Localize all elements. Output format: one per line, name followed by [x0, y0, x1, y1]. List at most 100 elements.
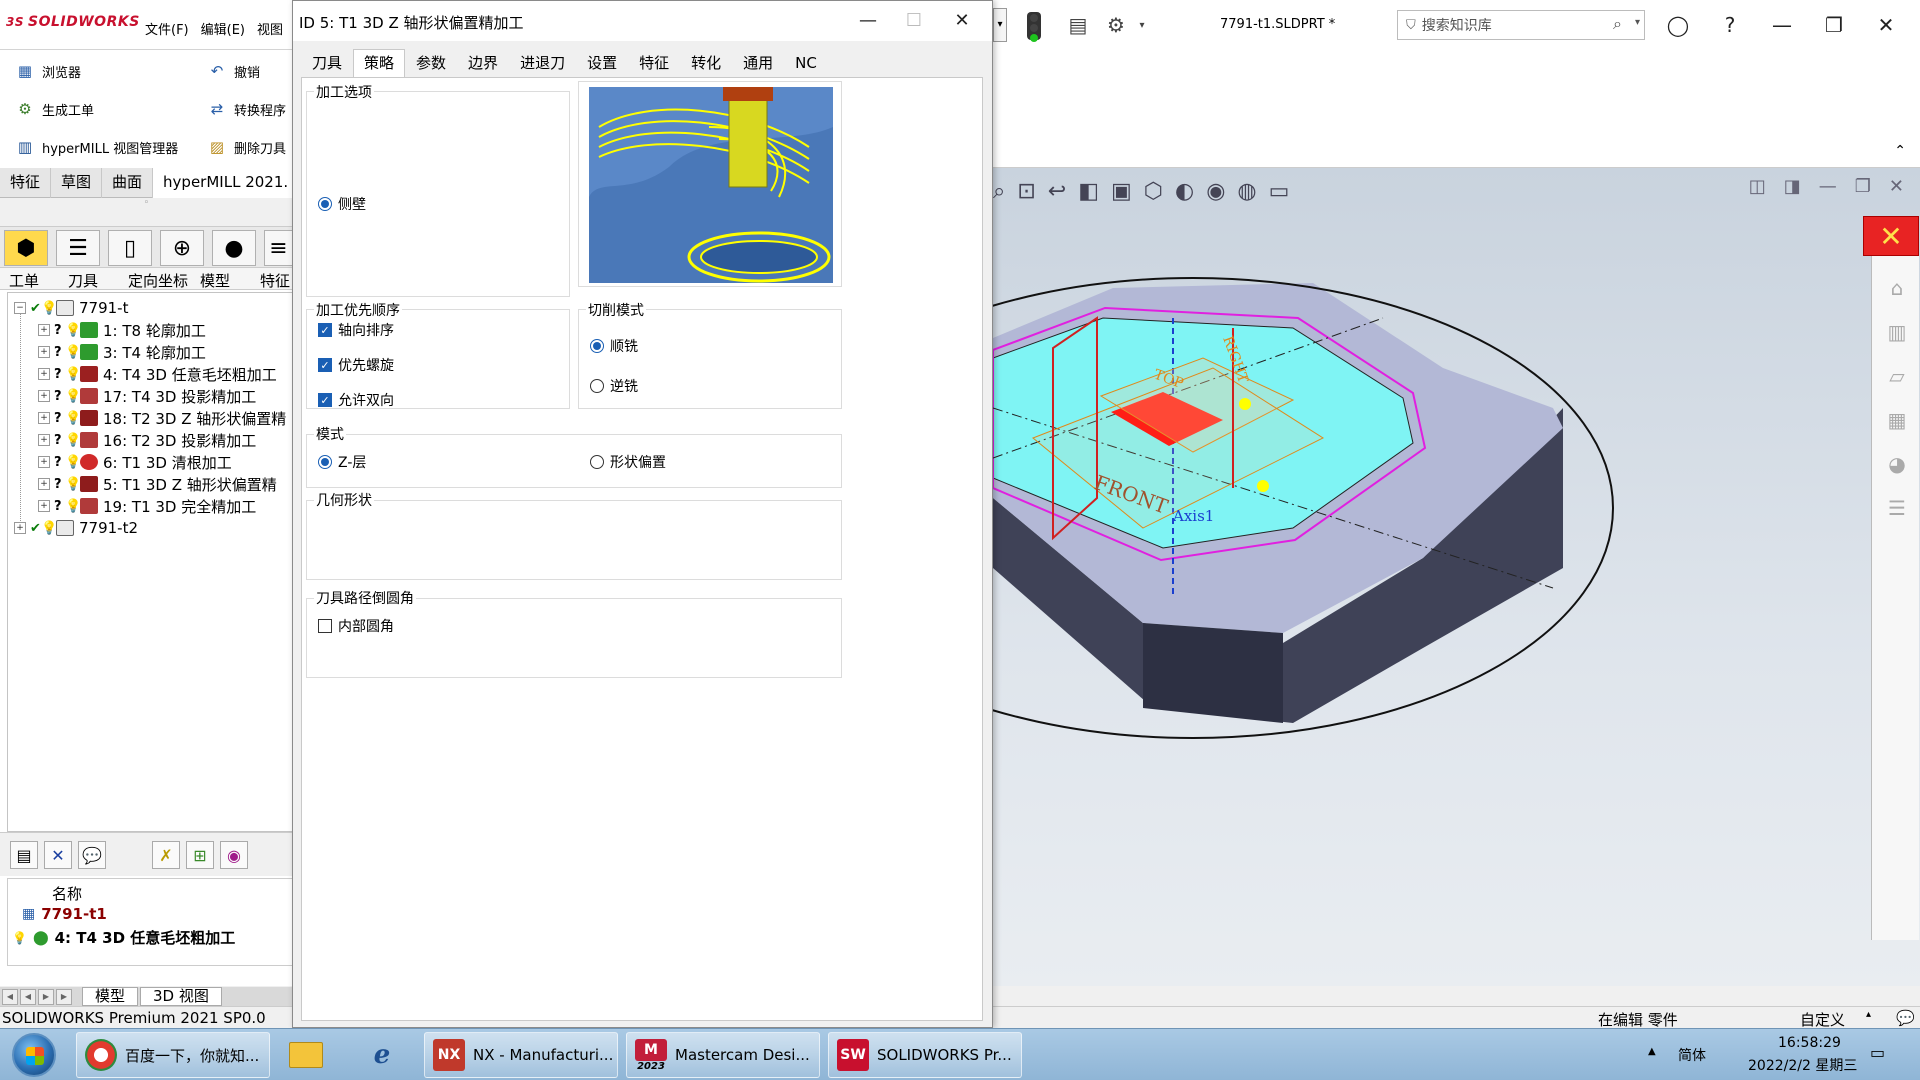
lightbulb-icon[interactable]: 💡 [65, 455, 81, 470]
crosshair-icon[interactable]: ⊕ [160, 230, 204, 266]
comment-icon[interactable]: 💬 [1896, 1009, 1915, 1027]
rebuild-status-icon[interactable] [1027, 12, 1041, 42]
menu-edit[interactable]: 编辑(E) [201, 19, 245, 38]
tab-model[interactable]: 模型 [82, 987, 139, 1006]
close-button[interactable]: ✕ [1868, 10, 1904, 40]
tree-item[interactable]: + ? 💡 17: T4 3D 投影精加工 [38, 385, 256, 407]
prefer-spiral-checkbox[interactable]: ✓ [318, 358, 332, 372]
sidewall-radio[interactable] [318, 197, 332, 211]
collapse-ribbon-icon[interactable]: ⌃ [1894, 143, 1906, 159]
lightbulb-icon[interactable]: 💡 [65, 499, 81, 514]
inner-fillet-checkbox[interactable] [318, 619, 332, 633]
prefer-spiral-option[interactable]: ✓ 优先螺旋 [318, 355, 394, 375]
search-icon[interactable]: ⌕ [1613, 14, 1622, 34]
ie-taskbar-icon[interactable]: ℯ [362, 1035, 402, 1075]
tree-item-selected[interactable]: + ? 💡 5: T1 3D Z 轴形状偏置精 [38, 473, 277, 495]
tab-features[interactable]: 特征 [0, 168, 52, 198]
tree-item[interactable]: + ? 💡 1: T8 轮廓加工 [38, 319, 206, 341]
lightbulb-on-icon[interactable]: 💡 [65, 477, 81, 492]
allow-bidirectional-option[interactable]: ✓ 允许双向 [318, 390, 394, 410]
lightbulb-icon[interactable]: 💡 [65, 433, 81, 448]
panel-grip[interactable]: ◦ [0, 198, 293, 226]
options-list-icon[interactable]: ▤ [1065, 12, 1091, 38]
ime-indicator[interactable]: 简体 [1678, 1045, 1706, 1065]
axial-sort-checkbox[interactable]: ✓ [318, 323, 332, 337]
expand-icon[interactable]: + [38, 390, 50, 402]
z-level-option[interactable]: Z-层 [318, 452, 366, 472]
tab-parameters[interactable]: 参数 [405, 49, 457, 77]
z-level-radio[interactable] [318, 455, 332, 469]
lightbulb-icon[interactable]: 💡 [65, 345, 81, 360]
tree-item[interactable]: + ? 💡 3: T4 轮廓加工 [38, 341, 206, 363]
menu-view[interactable]: 视图 [257, 19, 283, 38]
name-row-part[interactable]: ▦ 7791-t1 [22, 905, 107, 923]
climb-radio[interactable] [590, 339, 604, 353]
shape-offset-radio[interactable] [590, 455, 604, 469]
delete-tool-button[interactable]: ▨ 删除刀具 [206, 136, 286, 158]
tree-item[interactable]: − ✔ 💡 7791-t [14, 297, 128, 319]
lightbulb-icon[interactable]: 💡 [65, 323, 81, 338]
tree-item[interactable]: + ? 💡 16: T2 3D 投影精加工 [38, 429, 256, 451]
tools-list-icon[interactable]: ☰ [56, 230, 100, 266]
user-account-icon[interactable]: ◯ [1660, 10, 1696, 40]
tray-expand-icon[interactable]: ▲ [1648, 1046, 1656, 1057]
allow-bidirectional-checkbox[interactable]: ✓ [318, 393, 332, 407]
dialog-minimize-button[interactable]: — [845, 5, 891, 37]
frames-icon[interactable]: ▯ [108, 230, 152, 266]
expand-icon[interactable]: + [38, 346, 50, 358]
restore-button[interactable]: ❐ [1816, 10, 1852, 40]
climb-option[interactable]: 顺铣 [590, 336, 638, 356]
tab-setup[interactable]: 设置 [576, 49, 628, 77]
file-explorer-taskbar-icon[interactable] [286, 1035, 326, 1075]
tab-strategy[interactable]: 策略 [353, 49, 406, 77]
units-chevron-icon[interactable]: ▴ [1866, 1009, 1871, 1020]
undo-button[interactable]: ↶ 撤销 [206, 60, 260, 82]
taskbar-solidworks[interactable]: SW SOLIDWORKS Pr... [828, 1032, 1022, 1078]
file-explorer-icon[interactable]: ▱ [1884, 364, 1910, 390]
expand-icon[interactable]: + [38, 456, 50, 468]
appearances-icon[interactable]: ◕ [1884, 452, 1910, 478]
taskbar-browser[interactable]: 百度一下，你就知... [76, 1032, 270, 1078]
tree-item[interactable]: + ? 💡 19: T1 3D 完全精加工 [38, 495, 256, 517]
dialog-close-button[interactable]: ✕ [939, 5, 985, 37]
tab-nc[interactable]: NC [784, 49, 828, 77]
jobs-tool-icon[interactable]: ⬢ [4, 230, 48, 266]
conventional-option[interactable]: 逆铣 [590, 376, 638, 396]
more-menu-icon[interactable]: ≡ [264, 230, 293, 266]
tab-sketch[interactable]: 草图 [51, 168, 103, 198]
expand-icon[interactable]: + [38, 434, 50, 446]
knowledge-search-input[interactable]: ⛉ 搜索知识库 ⌕ ▾ [1397, 10, 1645, 40]
dialog-titlebar[interactable]: ID 5: T1 3D Z 轴形状偏置精加工 — ☐ ✕ [293, 1, 992, 41]
model-sphere-icon[interactable]: ● [212, 230, 256, 266]
first-tab-arrow[interactable]: ◀ [2, 988, 18, 1005]
name-row-job[interactable]: 💡 ⬤ 4: T4 3D 任意毛坯粗加工 [12, 927, 235, 948]
tab-frames[interactable]: 定向坐标 [128, 270, 188, 291]
tab-tools[interactable]: 刀具 [68, 270, 98, 291]
tab-hypermill[interactable]: hyperMILL 2021. [153, 168, 300, 198]
lightbulb-icon[interactable]: 💡 [65, 367, 81, 382]
tab-tool[interactable]: 刀具 [301, 49, 353, 77]
tree-item[interactable]: + ? 💡 6: T1 3D 清根加工 [38, 451, 232, 473]
tab-3d-view[interactable]: 3D 视图 [140, 987, 222, 1006]
help-icon[interactable]: ? [1712, 10, 1748, 40]
sidewall-option[interactable]: 侧壁 [318, 194, 366, 214]
expand-icon[interactable]: + [38, 412, 50, 424]
browser-button[interactable]: ▦ 浏览器 [14, 60, 81, 82]
taskbar-nx[interactable]: NX NX - Manufacturi... [424, 1032, 618, 1078]
tab-boundary[interactable]: 边界 [457, 49, 509, 77]
next-tab-arrow[interactable]: ▶ [38, 988, 54, 1005]
minimize-button[interactable]: — [1764, 10, 1800, 40]
lightbulb-icon[interactable]: 💡 [41, 521, 57, 536]
view-manager-button[interactable]: ▥ hyperMILL 视图管理器 [14, 136, 178, 158]
axial-sort-option[interactable]: ✓ 轴向排序 [318, 320, 394, 340]
tab-surfaces[interactable]: 曲面 [102, 168, 154, 198]
home-icon[interactable]: ⌂ [1884, 276, 1910, 302]
menu-file[interactable]: 文件(F) [145, 19, 189, 38]
expand-icon[interactable]: + [38, 324, 50, 336]
properties-icon[interactable]: ▤ [10, 841, 38, 869]
clock-date[interactable]: 2022/2/2 星期三 [1748, 1055, 1857, 1075]
conventional-radio[interactable] [590, 379, 604, 393]
lightbulb-icon[interactable]: 💡 [65, 411, 81, 426]
tree-item[interactable]: + ? 💡 18: T2 3D Z 轴形状偏置精 [38, 407, 286, 429]
collapse-icon[interactable]: − [14, 302, 26, 314]
